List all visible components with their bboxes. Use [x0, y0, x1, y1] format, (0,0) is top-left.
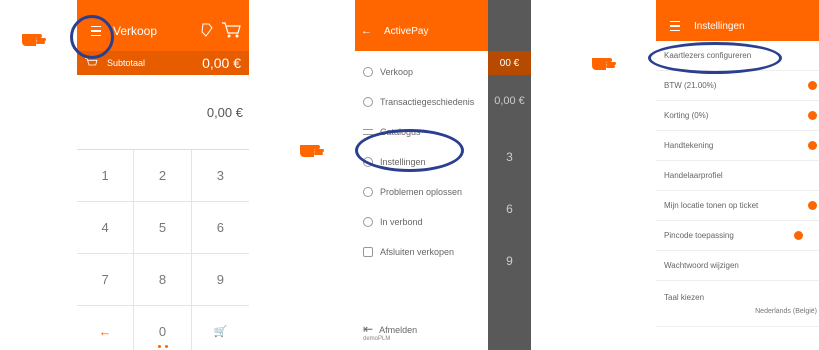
wrench-icon	[363, 187, 373, 197]
status-bar	[77, 0, 249, 11]
key-3[interactable]: 3	[191, 150, 249, 202]
highlight-ring	[355, 129, 464, 172]
settings-row-discount[interactable]: Korting (0%)	[656, 101, 819, 131]
app-title: ActivePay	[384, 25, 429, 37]
menu-item-connection[interactable]: In verbond	[355, 207, 488, 237]
dimmed-key: 3	[506, 150, 513, 164]
subtotal-label: Subtotaal	[107, 58, 146, 68]
dimmed-key: 6	[506, 202, 513, 216]
menu-item-transaction-history[interactable]: Transactiegeschiedenis	[355, 87, 488, 117]
menu-item-close-sales[interactable]: Afsluiten verkopen	[355, 237, 488, 267]
key-2[interactable]: 2	[134, 150, 192, 202]
key-5[interactable]: 5	[134, 202, 192, 254]
highlight-ring	[70, 15, 114, 59]
sale-icon	[363, 67, 373, 77]
toggle-switch[interactable]	[808, 141, 817, 150]
settings-row-password[interactable]: Wachtwoord wijzigen	[656, 251, 819, 281]
app-bar: Instellingen	[656, 11, 819, 41]
menu-item-sale[interactable]: Verkoop	[355, 57, 488, 87]
key-1[interactable]: 1	[77, 150, 135, 202]
settings-row-pin[interactable]: Pincode toepassing	[656, 221, 819, 251]
highlight-ring	[648, 42, 782, 74]
menu-icon[interactable]	[662, 13, 688, 39]
pointing-hand-icon	[592, 58, 616, 70]
toggle-switch[interactable]	[808, 201, 817, 210]
logout-button[interactable]: ⇤ Afmelden demoPLM	[363, 322, 417, 342]
user-name: demoPLM	[363, 336, 391, 342]
close-sales-icon	[363, 247, 373, 257]
phone-screen-menu: 00 € 0,00 € 3 6 9 ← ActivePay Verkoop Tr…	[355, 0, 531, 350]
page-title: Instellingen	[694, 20, 745, 32]
back-arrow-icon[interactable]: ←	[361, 25, 372, 37]
subtotal-amount: 0,00 €	[202, 55, 241, 71]
dimmed-subtotal: 00 €	[488, 51, 531, 75]
page-indicator	[77, 345, 249, 348]
dimmed-total: 0,00 €	[494, 95, 525, 107]
navigation-drawer: ← ActivePay Verkoop Transactiegeschieden…	[355, 0, 488, 350]
page-title: Verkoop	[113, 24, 158, 38]
pointing-hand-icon	[22, 34, 46, 46]
key-4[interactable]: 4	[77, 202, 135, 254]
toggle-switch[interactable]	[808, 81, 817, 90]
status-bar	[656, 0, 819, 11]
numeric-keypad: 1 2 3 4 5 6 7 8 9 ← 0 🛒	[77, 150, 249, 350]
app-bar: ← ActivePay	[355, 11, 488, 51]
pointing-hand-icon	[300, 145, 324, 157]
help-icon	[363, 217, 373, 227]
menu-item-troubleshoot[interactable]: Problemen oplossen	[355, 177, 488, 207]
tag-icon[interactable]	[201, 23, 213, 37]
cart-icon[interactable]	[221, 21, 241, 39]
key-6[interactable]: 6	[191, 202, 249, 254]
settings-row-signature[interactable]: Handtekening	[656, 131, 819, 161]
key-0[interactable]: 0	[134, 306, 192, 350]
status-bar	[355, 0, 488, 11]
add-to-cart-key[interactable]: 🛒	[192, 306, 249, 350]
language-value: Nederlands (België)	[755, 307, 817, 315]
dimmed-key: 9	[506, 254, 513, 268]
key-8[interactable]: 8	[134, 254, 192, 306]
key-7[interactable]: 7	[77, 254, 135, 306]
settings-row-merchant-profile[interactable]: Handelaarprofiel	[656, 161, 819, 191]
logout-icon: ⇤	[363, 322, 374, 336]
toggle-switch[interactable]	[808, 111, 817, 120]
clock-icon	[363, 97, 373, 107]
key-9[interactable]: 9	[191, 254, 249, 306]
settings-row-language[interactable]: Taal kiezen Nederlands (België)	[656, 281, 819, 327]
toggle-switch[interactable]	[794, 231, 803, 240]
total-display: 0,00 €	[77, 75, 249, 150]
settings-row-vat[interactable]: BTW (21.00%)	[656, 71, 819, 101]
settings-row-location[interactable]: Mijn locatie tonen op ticket	[656, 191, 819, 221]
backspace-key[interactable]: ←	[77, 306, 135, 350]
